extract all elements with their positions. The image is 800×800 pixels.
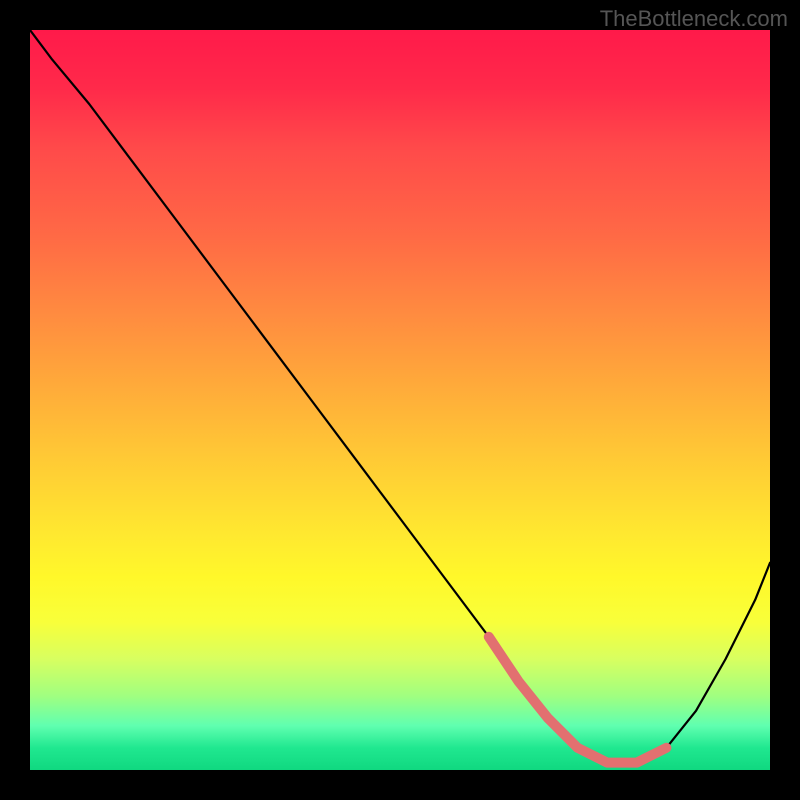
plot-area (30, 30, 770, 770)
chart-svg (30, 30, 770, 770)
trough-highlight-line (489, 637, 667, 763)
watermark-text: TheBottleneck.com (600, 6, 788, 32)
main-curve-line (30, 30, 770, 763)
